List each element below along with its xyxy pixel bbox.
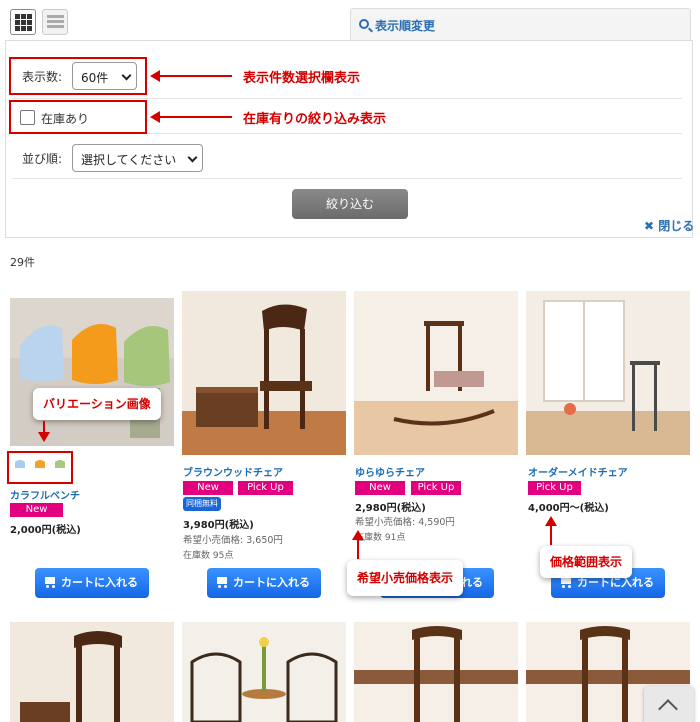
stock-count: 在庫数 95点 — [183, 551, 234, 561]
product-image[interactable] — [354, 622, 518, 722]
annotation-arrow-line — [160, 75, 232, 77]
new-badge: New — [10, 503, 63, 517]
pickup-badge: Pick Up — [528, 481, 581, 495]
rocking-chair-image-icon — [354, 291, 518, 455]
annotation-arrow-head — [150, 70, 160, 82]
product-price: 3,980円(税込) — [183, 520, 254, 531]
sort-label: 並び順: — [22, 152, 63, 166]
product-image[interactable] — [354, 291, 518, 455]
annotation-in-stock-filter: 在庫有りの絞り込み表示 — [243, 112, 387, 127]
product-name[interactable]: オーダーメイドチェア — [528, 464, 628, 479]
chevron-up-icon — [658, 699, 678, 719]
variation-thumb-orange[interactable] — [32, 458, 48, 474]
product-image[interactable] — [10, 298, 174, 446]
product-image[interactable] — [526, 291, 690, 455]
sort-select[interactable]: 選択してください — [72, 144, 203, 172]
pickup-badge: Pick Up — [411, 481, 461, 495]
annotation-variation-image: バリエーション画像 — [33, 388, 161, 420]
chair-icon — [35, 460, 45, 468]
product-image[interactable] — [10, 622, 174, 722]
annotation-arrow-line — [357, 539, 359, 559]
chevron-down-icon — [187, 152, 198, 163]
result-count: 29件 — [10, 256, 35, 269]
product-price: 2,980円(税込) — [355, 503, 426, 514]
new-badge: New — [355, 481, 405, 495]
in-stock-label: 在庫あり — [41, 112, 90, 126]
free-bundle-shipping-badge: 同梱無料 — [183, 497, 221, 511]
chair-icon — [15, 460, 25, 468]
variation-thumb-green[interactable] — [52, 458, 68, 474]
chevron-down-icon — [121, 70, 132, 81]
annotation-arrow-line — [550, 525, 552, 545]
divider — [12, 178, 682, 179]
new-badge: New — [183, 481, 233, 495]
grid-view-button[interactable] — [10, 9, 36, 35]
chair-image-icon — [354, 622, 518, 722]
chair-icon — [55, 460, 65, 468]
divider — [12, 98, 682, 99]
search-icon — [359, 19, 369, 29]
cart-icon — [43, 577, 57, 588]
product-name[interactable]: ブラウンウッドチェア — [183, 464, 283, 479]
msrp: 希望小売価格: 4,590円 — [355, 517, 455, 528]
annotation-price-range: 価格範囲表示 — [540, 546, 633, 578]
product-name[interactable]: ゆらゆらチェア — [355, 464, 425, 479]
sort-order-tab-label: 表示順変更 — [375, 19, 436, 33]
annotation-count-select: 表示件数選択欄表示 — [243, 71, 361, 86]
product-image[interactable] — [182, 291, 346, 455]
product-image[interactable] — [182, 622, 346, 722]
chair-image-icon — [10, 622, 174, 722]
annotation-arrow-line — [160, 116, 232, 118]
msrp: 希望小売価格: 3,650円 — [183, 535, 283, 546]
add-to-cart-button[interactable]: カートに入れる — [35, 568, 149, 598]
sort-order-tab[interactable]: 表示順変更 — [350, 8, 691, 40]
in-stock-checkbox[interactable] — [20, 110, 35, 125]
product-price: 4,000円～(税込) — [528, 503, 609, 514]
variation-thumb-blue[interactable] — [12, 458, 28, 474]
scroll-to-top-button[interactable] — [644, 686, 694, 722]
display-count-label: 表示数: — [22, 70, 63, 84]
annotation-msrp: 希望小売価格表示 — [347, 560, 464, 596]
annotation-arrow-head — [38, 432, 50, 442]
grid-view-icon — [15, 14, 32, 31]
cart-icon — [215, 577, 229, 588]
display-count-select[interactable]: 60件 — [72, 62, 137, 90]
pickup-badge: Pick Up — [238, 481, 293, 495]
annotation-arrow-head — [150, 111, 160, 123]
wooden-chair-image-icon — [182, 291, 346, 455]
list-view-icon — [47, 15, 64, 30]
list-view-button[interactable] — [42, 9, 68, 35]
iron-chair-image-icon — [526, 291, 690, 455]
chairs-image-icon — [10, 298, 174, 446]
cart-icon — [559, 577, 573, 588]
close-icon: ✖ — [644, 219, 659, 233]
product-price: 2,000円(税込) — [10, 525, 81, 536]
add-to-cart-button[interactable]: カートに入れる — [207, 568, 321, 598]
table-set-image-icon — [182, 622, 346, 722]
close-link[interactable]: ✖ 閉じる — [644, 217, 694, 234]
filter-button[interactable]: 絞り込む — [292, 189, 408, 219]
product-name[interactable]: カラフルベンチ — [10, 487, 80, 502]
